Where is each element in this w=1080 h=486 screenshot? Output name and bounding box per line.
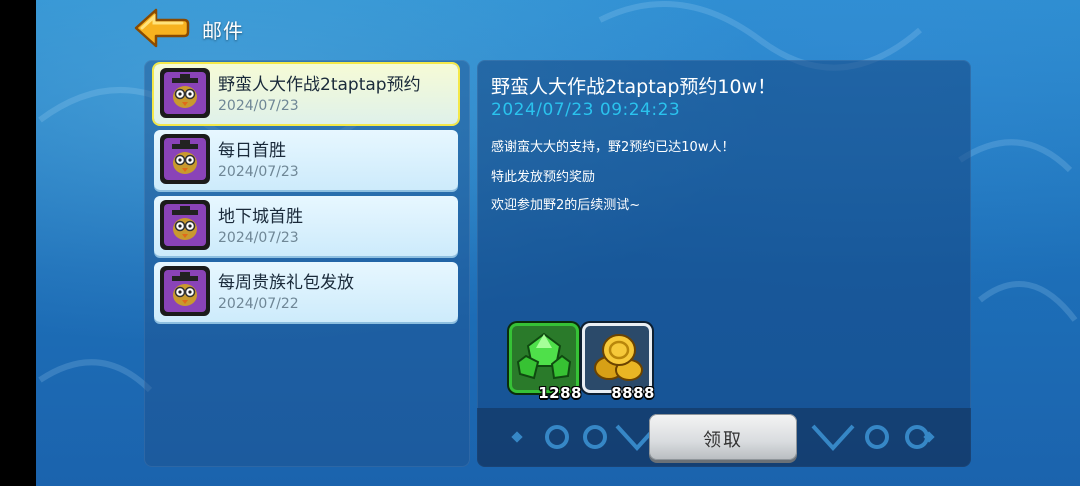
sender-avatar bbox=[160, 134, 210, 184]
mail-date: 2024/07/22 bbox=[218, 296, 299, 312]
mail-title: 野蛮人大作战2taptap预约 bbox=[218, 75, 421, 95]
mail-detail-timestamp: 2024/07/23 09:24:23 bbox=[491, 100, 681, 120]
back-button[interactable] bbox=[134, 6, 190, 50]
mail-date: 2024/07/23 bbox=[218, 164, 299, 180]
mail-title: 地下城首胜 bbox=[218, 207, 303, 227]
mail-body-line: 欢迎参加野2的后续测试~ bbox=[491, 198, 641, 213]
mail-body-line: 感谢蛮大大的支持，野2预约已达10w人！ bbox=[491, 140, 735, 155]
scholar-owl-icon bbox=[172, 272, 198, 306]
mail-list-panel: 野蛮人大作战2taptap预约 2024/07/23 每日首胜 2024/07/… bbox=[144, 60, 470, 467]
reward-gem[interactable]: 1288 bbox=[509, 323, 582, 402]
page-title: 邮件 bbox=[202, 19, 244, 43]
mail-item-2[interactable]: 每日首胜 2024/07/23 bbox=[154, 130, 458, 190]
sender-avatar bbox=[160, 68, 210, 118]
reward-count: 1288 bbox=[538, 384, 582, 402]
gold-coin-icon bbox=[594, 334, 643, 381]
mail-body-line: 特此发放预约奖励 bbox=[491, 170, 596, 185]
scholar-owl-icon bbox=[172, 206, 198, 240]
sender-avatar bbox=[160, 266, 210, 316]
mail-detail-panel: 野蛮人大作战2taptap预约10w！ 2024/07/23 09:24:23 … bbox=[477, 60, 971, 467]
reward-gold[interactable]: 8888 bbox=[582, 323, 655, 402]
mail-date: 2024/07/23 bbox=[218, 230, 299, 246]
left-edge-bar bbox=[0, 0, 36, 486]
scholar-owl-icon bbox=[172, 74, 198, 108]
mail-item-3[interactable]: 地下城首胜 2024/07/23 bbox=[154, 196, 458, 256]
mail-item-1[interactable]: 野蛮人大作战2taptap预约 2024/07/23 bbox=[154, 64, 458, 124]
mail-item-4[interactable]: 每周贵族礼包发放 2024/07/22 bbox=[154, 262, 458, 322]
mail-title: 每周贵族礼包发放 bbox=[218, 273, 354, 293]
mail-detail-title: 野蛮人大作战2taptap预约10w！ bbox=[491, 76, 777, 98]
mail-date: 2024/07/23 bbox=[218, 98, 299, 114]
claim-button-label: 领取 bbox=[703, 430, 743, 451]
reward-count: 8888 bbox=[611, 384, 655, 402]
back-arrow-icon bbox=[134, 8, 190, 48]
sender-avatar bbox=[160, 200, 210, 250]
claim-button[interactable]: 领取 bbox=[649, 414, 797, 460]
mail-title: 每日首胜 bbox=[218, 141, 286, 161]
green-gem-icon bbox=[516, 332, 572, 380]
scholar-owl-icon bbox=[172, 140, 198, 174]
